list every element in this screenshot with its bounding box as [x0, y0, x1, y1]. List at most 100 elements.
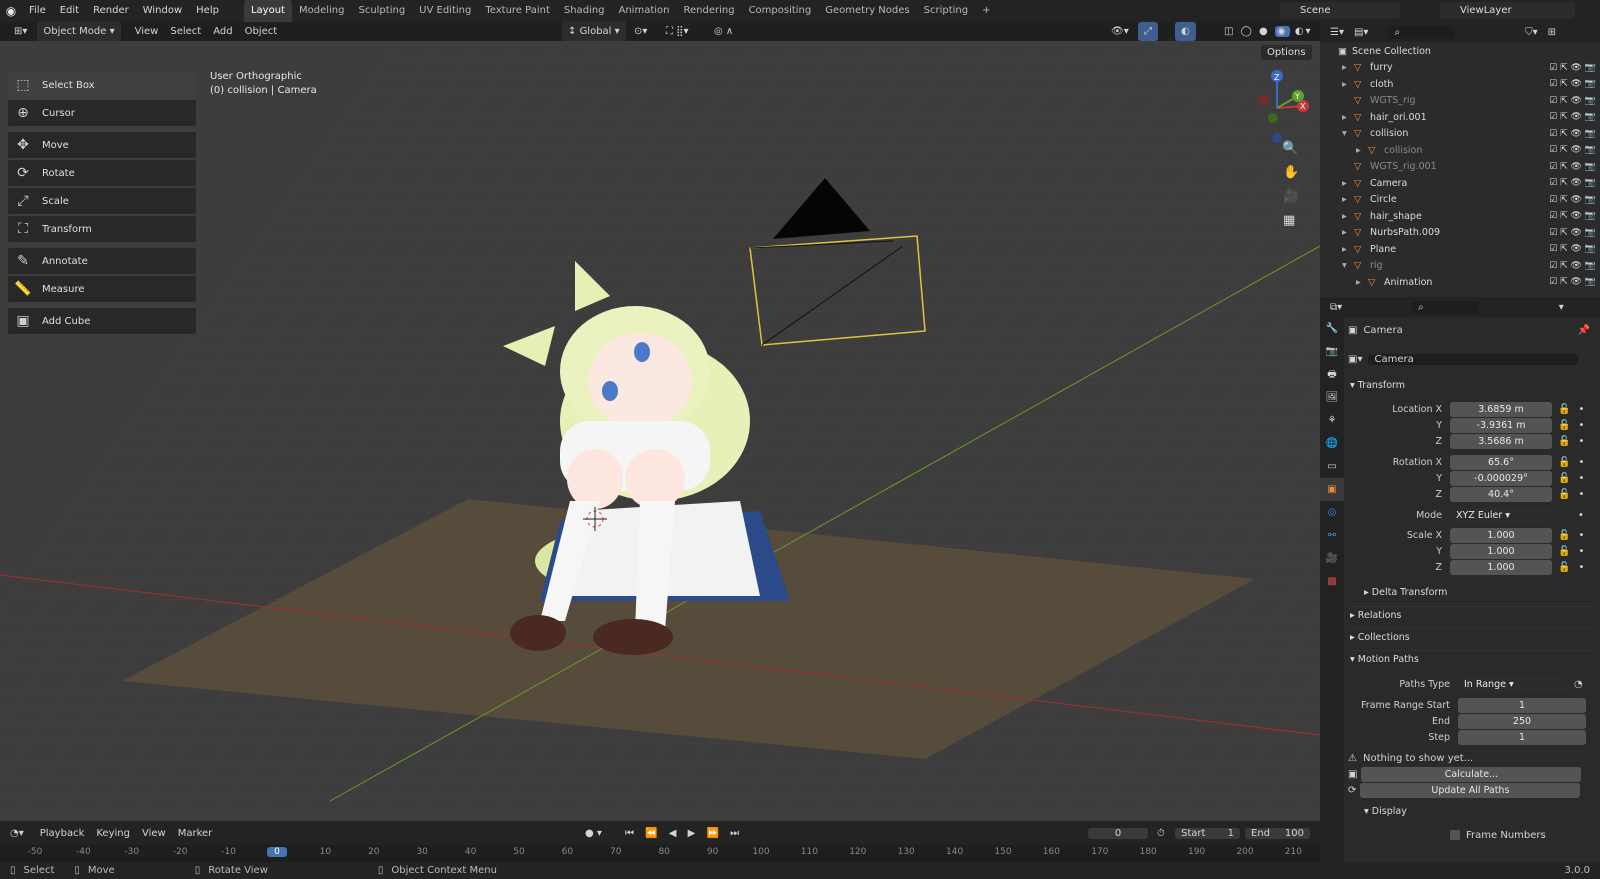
data-type-icon[interactable]: ▣▾	[1348, 354, 1362, 365]
collections-section[interactable]: ▸ Collections	[1350, 628, 1594, 646]
visibility-toggles[interactable]: ☑ ⇱ 👁 📷	[1549, 79, 1596, 89]
outliner-item-cloth[interactable]: ▸ ▽ cloth ☑ ⇱ 👁 📷	[1320, 76, 1600, 93]
outliner-item-camera[interactable]: ▸ ▽ Camera ☑ ⇱ 👁 📷	[1320, 175, 1600, 192]
world-tab-icon[interactable]: 🌐	[1320, 432, 1344, 455]
overlay-icon[interactable]: ◐	[1175, 22, 1196, 41]
scale-x-field[interactable]: 1.000	[1450, 527, 1552, 543]
expand-icon[interactable]: ▸	[1342, 194, 1354, 205]
tool-tab-icon[interactable]: 🔧	[1320, 317, 1344, 340]
lock-icon[interactable]: 🔓	[1558, 457, 1570, 468]
visibility-toggles[interactable]: ☑ ⇱ 👁 📷	[1549, 145, 1596, 155]
frame-start-field[interactable]: 1	[1458, 697, 1586, 713]
timeline-menu-marker[interactable]: Marker	[172, 824, 219, 843]
visibility-toggles[interactable]: ☑ ⇱ 👁 📷	[1549, 162, 1596, 172]
scene-tab-icon[interactable]: ⚘	[1320, 409, 1344, 432]
menu-edit[interactable]: Edit	[53, 0, 86, 22]
scale-z-field[interactable]: 1.000	[1450, 559, 1552, 575]
lock-icon[interactable]: 🔓	[1558, 436, 1570, 447]
outliner-display-icon[interactable]: ▤▾	[1354, 27, 1368, 38]
filter-icon[interactable]: ⛉▾	[1525, 27, 1538, 38]
transform-section[interactable]: ▾ Transform	[1350, 377, 1594, 395]
current-frame-field[interactable]: 0	[1088, 827, 1148, 839]
tool-select-box[interactable]: ⬚ Select Box	[8, 72, 196, 98]
properties-editor-icon[interactable]: ⧉▾	[1330, 302, 1342, 313]
tool-rotate[interactable]: ⟳ Rotate	[8, 160, 196, 186]
tool-scale[interactable]: ⤢ Scale	[8, 188, 196, 214]
display-section[interactable]: ▾ Display	[1350, 803, 1594, 821]
camera-view-icon[interactable]: 🎥	[1283, 189, 1299, 204]
viewport-menu-add[interactable]: Add	[207, 22, 238, 41]
location-z-field[interactable]: 3.5686 m	[1450, 433, 1552, 449]
frame-numbers-checkbox[interactable]	[1450, 830, 1460, 840]
output-tab-icon[interactable]: 🖶	[1320, 363, 1344, 386]
outliner-item-collision[interactable]: ▾ ▽ collision ☑ ⇱ 👁 📷	[1320, 126, 1600, 143]
visibility-toggles[interactable]: ☑ ⇱ 👁 📷	[1549, 277, 1596, 287]
visibility-toggles[interactable]: ☑ ⇱ 👁 📷	[1549, 195, 1596, 205]
tool-cursor[interactable]: ⊕ Cursor	[8, 100, 196, 126]
lock-icon[interactable]: 🔓	[1558, 489, 1570, 500]
collection-tab-icon[interactable]: ▭	[1320, 455, 1344, 478]
rotation-mode-dropdown[interactable]: XYZ Euler ▾	[1450, 507, 1552, 523]
rotation-z-field[interactable]: 40.4°	[1450, 486, 1552, 502]
workspace-tab-scripting[interactable]: Scripting	[917, 0, 975, 22]
workspace-tab-sculpting[interactable]: Sculpting	[351, 0, 412, 22]
visibility-icon[interactable]: 👁▾	[1105, 22, 1135, 41]
shading-modes[interactable]: ◫ ◯ ● ◉ ◐▾	[1218, 22, 1319, 41]
properties-options-icon[interactable]: ▾	[1559, 302, 1564, 313]
workspace-tab--[interactable]: +	[975, 0, 997, 22]
workspace-tab-rendering[interactable]: Rendering	[676, 0, 741, 22]
calculate-button[interactable]: Calculate...	[1361, 766, 1582, 782]
workspace-tab-uv-editing[interactable]: UV Editing	[412, 0, 478, 22]
start-frame-field[interactable]: Start 1	[1175, 827, 1240, 839]
clock-icon[interactable]: ⏱	[1157, 828, 1165, 839]
workspace-tab-texture-paint[interactable]: Texture Paint	[478, 0, 557, 22]
expand-icon[interactable]: ▸	[1342, 79, 1354, 90]
visibility-toggles[interactable]: ☑ ⇱ 👁 📷	[1549, 129, 1596, 139]
outliner-item-furry[interactable]: ▸ ▽ furry ☑ ⇱ 👁 📷	[1320, 60, 1600, 77]
rotation-x-field[interactable]: 65.6°	[1450, 454, 1552, 470]
proportional-icon[interactable]: ◎ ∧	[708, 22, 739, 41]
render-tab-icon[interactable]: 📷	[1320, 340, 1344, 363]
expand-icon[interactable]: ▾	[1342, 128, 1354, 139]
ortho-toggle-icon[interactable]: ▦	[1283, 213, 1295, 228]
mode-dropdown[interactable]: Object Mode ▾	[37, 21, 121, 42]
outliner-item-collision[interactable]: ▸ ▽ collision ☑ ⇱ 👁 📷	[1320, 142, 1600, 159]
outliner-item-animation[interactable]: ▸ ▽ Animation ☑ ⇱ 👁 📷	[1320, 274, 1600, 291]
workspace-tab-layout[interactable]: Layout	[243, 0, 292, 22]
delta-transform-section[interactable]: ▸ Delta Transform	[1350, 584, 1594, 602]
scale-y-field[interactable]: 1.000	[1450, 543, 1552, 559]
expand-icon[interactable]: ▾	[1342, 260, 1354, 271]
workspace-tab-compositing[interactable]: Compositing	[742, 0, 819, 22]
expand-icon[interactable]: ▸	[1342, 211, 1354, 222]
workspace-tab-shading[interactable]: Shading	[557, 0, 612, 22]
snap-icon[interactable]: ⛶ ⣿▾	[660, 22, 695, 41]
expand-icon[interactable]: ▸	[1342, 244, 1354, 255]
constraints-tab-icon[interactable]: ⚯	[1320, 524, 1344, 547]
pan-icon[interactable]: ✋	[1283, 165, 1299, 180]
outliner-item-nurbspath-009[interactable]: ▸ ▽ NurbsPath.009 ☑ ⇱ 👁 📷	[1320, 225, 1600, 242]
outliner-item-wgts-rig-001[interactable]: ▽ WGTS_rig.001 ☑ ⇱ 👁 📷	[1320, 159, 1600, 176]
record-icon[interactable]: ● ▾	[585, 828, 602, 839]
update-all-paths-button[interactable]: Update All Paths	[1360, 782, 1581, 798]
tool-transform[interactable]: ⛶ Transform	[8, 216, 196, 242]
blender-logo-icon[interactable]: ◉	[0, 4, 22, 18]
menu-file[interactable]: File	[22, 0, 53, 22]
view-layer-tab-icon[interactable]: 🖼	[1320, 386, 1344, 409]
location-x-field[interactable]: 3.6859 m	[1450, 401, 1552, 417]
data-name-field[interactable]: Camera	[1368, 353, 1579, 365]
outliner-item-plane[interactable]: ▸ ▽ Plane ☑ ⇱ 👁 📷	[1320, 241, 1600, 258]
playback-controls[interactable]: ⏮ ⏪ ◀ ▶ ⏩ ⏭	[625, 828, 743, 839]
pivot-icon[interactable]: ⊙▾	[628, 22, 653, 41]
menu-help[interactable]: Help	[189, 0, 226, 22]
visibility-toggles[interactable]: ☑ ⇱ 👁 📷	[1549, 211, 1596, 221]
expand-icon[interactable]: ▸	[1342, 178, 1354, 189]
motion-paths-section[interactable]: ▾ Motion Paths	[1350, 650, 1594, 668]
timeline-ruler[interactable]: -50 -40 -30 -20 -10 0 10 20 30 40 50 60 70 80 90 100 110…	[0, 845, 1320, 862]
orientation-dropdown[interactable]: ↕ Global ▾	[562, 21, 626, 42]
data-tab-icon[interactable]: 🎥	[1320, 547, 1344, 570]
outliner-item-circle[interactable]: ▸ ▽ Circle ☑ ⇱ 👁 📷	[1320, 192, 1600, 209]
paths-type-icon[interactable]: ◔	[1574, 679, 1583, 690]
lock-icon[interactable]: 🔓	[1558, 546, 1570, 557]
visibility-toggles[interactable]: ☑ ⇱ 👁 📷	[1549, 228, 1596, 238]
texture-tab-icon[interactable]: ▩	[1320, 570, 1344, 593]
